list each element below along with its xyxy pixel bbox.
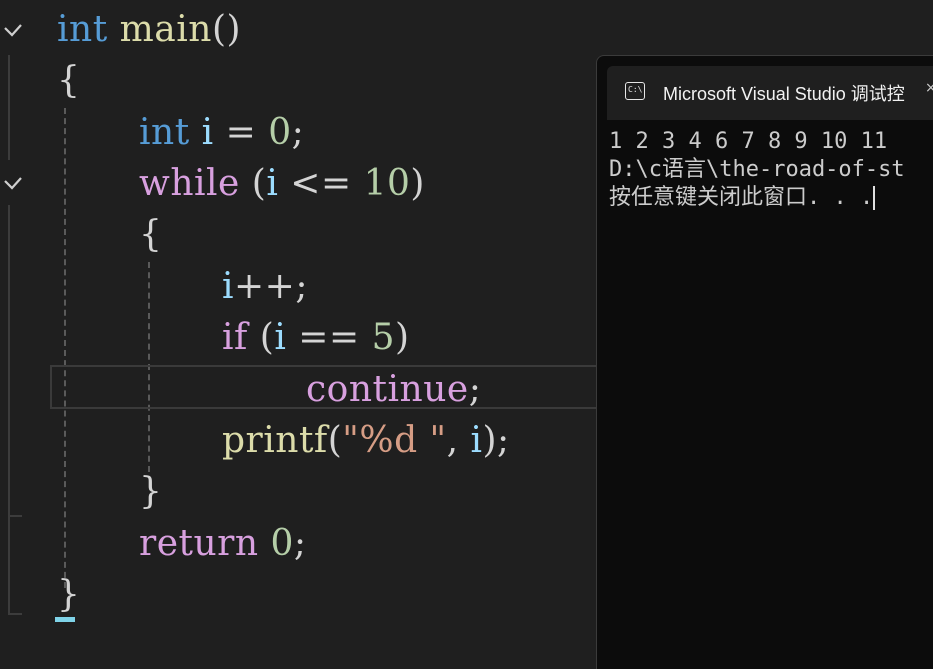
- terminal-icon: C:\: [625, 82, 645, 100]
- fold-region-line: [8, 515, 10, 615]
- console-output-line: 按任意键关闭此窗口. . .: [609, 185, 876, 210]
- console-output-line: D:\c语言\the-road-of-st: [609, 157, 905, 182]
- code-line-8[interactable]: continue;: [306, 364, 481, 416]
- console-tab-title: Microsoft Visual Studio 调试控: [663, 84, 905, 104]
- close-tab-icon[interactable]: ×: [925, 80, 933, 96]
- code-line-1[interactable]: int main(): [57, 4, 241, 56]
- code-line-6[interactable]: i++;: [222, 261, 308, 313]
- code-line-7[interactable]: if (i == 5): [222, 312, 410, 364]
- text-cursor-marker: [55, 617, 75, 622]
- code-line-9[interactable]: printf("%d ", i);: [222, 415, 510, 467]
- code-line-11[interactable]: return 0;: [139, 518, 307, 570]
- code-line-12[interactable]: }: [57, 569, 80, 621]
- debug-console-window[interactable]: C:\ Microsoft Visual Studio 调试控 × 1 2 3 …: [596, 55, 933, 669]
- console-output-line: 1 2 3 4 6 7 8 9 10 11: [609, 129, 888, 154]
- console-tab[interactable]: C:\ Microsoft Visual Studio 调试控 ×: [607, 66, 933, 120]
- fold-region-line: [8, 205, 10, 517]
- fold-region-line: [8, 55, 10, 160]
- code-line-5[interactable]: {: [139, 209, 162, 261]
- fold-chevron-icon[interactable]: [2, 20, 24, 42]
- fold-chevron-icon[interactable]: [2, 173, 24, 195]
- code-line-4[interactable]: while (i <= 10): [139, 158, 425, 210]
- console-caret: [873, 186, 876, 210]
- indent-guide: [64, 108, 66, 588]
- code-line-2[interactable]: {: [57, 55, 80, 107]
- fold-region-end: [8, 613, 22, 615]
- code-line-3[interactable]: int i = 0;: [139, 107, 304, 159]
- code-line-10[interactable]: }: [139, 466, 162, 518]
- fold-region-end: [8, 515, 22, 517]
